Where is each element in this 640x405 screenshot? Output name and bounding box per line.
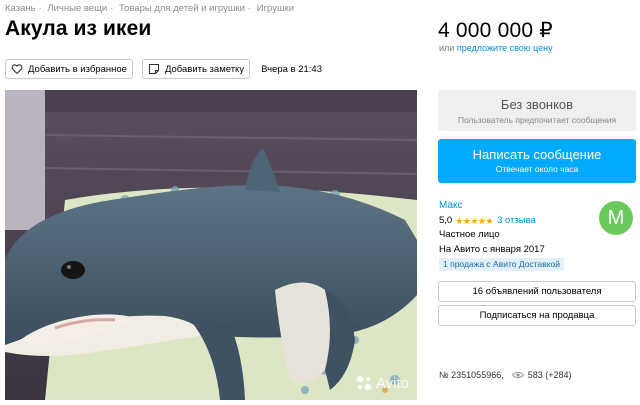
eye-icon	[511, 371, 524, 379]
user-ads-button[interactable]: 16 объявлений пользователя	[438, 281, 636, 302]
add-note-button[interactable]: Добавить заметку	[141, 59, 251, 79]
avatar-letter: М	[607, 206, 625, 229]
seller-name[interactable]: Макс	[439, 199, 564, 214]
posted-date: Вчера в 21:43	[261, 63, 322, 75]
write-message-button[interactable]: Написать сообщение Отвечает около часа	[438, 139, 636, 183]
heart-icon	[11, 63, 23, 75]
rating-value: 5,0	[439, 214, 453, 226]
seller-info: Макс 5,0 ★★★★★ 3 отзыва Частное лицо На …	[439, 199, 565, 273]
add-to-favorites-label: Добавить в избранное	[28, 63, 127, 75]
no-calls-subtitle: Пользователь предпочитает сообщения	[457, 115, 617, 125]
reviews-link[interactable]: 3 отзыва	[497, 214, 536, 229]
ad-meta: № 2351055966, 583 (+284)	[439, 370, 572, 380]
price: 4 000 000 ₽	[438, 19, 553, 42]
breadcrumb-item[interactable]: Личные вещи	[47, 3, 107, 14]
breadcrumb-item[interactable]: Игрушки	[257, 3, 294, 14]
avito-watermark: Avito	[355, 374, 409, 392]
breadcrumb: Казань · Личные вещи · Товары для детей и …	[5, 3, 294, 14]
breadcrumb-separator: ·	[247, 3, 252, 14]
page-title: Акула из икеи	[5, 17, 152, 40]
response-time: Отвечает около часа	[495, 164, 579, 174]
breadcrumb-item[interactable]: Казань	[5, 3, 36, 14]
write-message-label: Написать сообщение	[472, 147, 602, 162]
ad-number: № 2351055966,	[439, 370, 504, 380]
avito-logo-icon	[356, 375, 372, 391]
listing-photo[interactable]: Avito	[5, 90, 417, 400]
no-calls-title: Без звонков	[500, 97, 574, 112]
subscribe-button[interactable]: Подписаться на продавца	[438, 305, 636, 326]
seller-type: Частное лицо	[439, 229, 500, 240]
watermark-text: Avito	[375, 374, 409, 392]
price-offer-line: или предложите свою цену	[439, 43, 553, 53]
breadcrumb-item[interactable]: Товары для детей и игрушки	[119, 3, 245, 14]
listing-actions: Добавить в избранное Добавить заметку Вч…	[5, 59, 322, 79]
views-count: 583 (+284)	[527, 370, 572, 380]
add-note-label: Добавить заметку	[164, 63, 245, 75]
avatar[interactable]: М	[599, 201, 633, 235]
price-or-text: или	[439, 43, 455, 53]
note-icon	[148, 63, 160, 75]
add-to-favorites-button[interactable]: Добавить в избранное	[5, 59, 133, 79]
seller-rating: 5,0 ★★★★★ 3 отзыва	[439, 214, 564, 229]
no-calls-box: Без звонков Пользователь предпочитает со…	[438, 90, 636, 131]
rating-stars: ★★★★★	[455, 215, 494, 226]
seller-since: На Авито с января 2017	[439, 243, 545, 255]
breadcrumb-separator: ·	[38, 3, 42, 14]
delivery-badge: 1 продажа с Авито Доставкой	[439, 258, 565, 271]
offer-price-link[interactable]: предложите свою цену	[457, 43, 553, 53]
breadcrumb-separator: ·	[110, 3, 114, 14]
shark-plush-image	[5, 90, 417, 400]
